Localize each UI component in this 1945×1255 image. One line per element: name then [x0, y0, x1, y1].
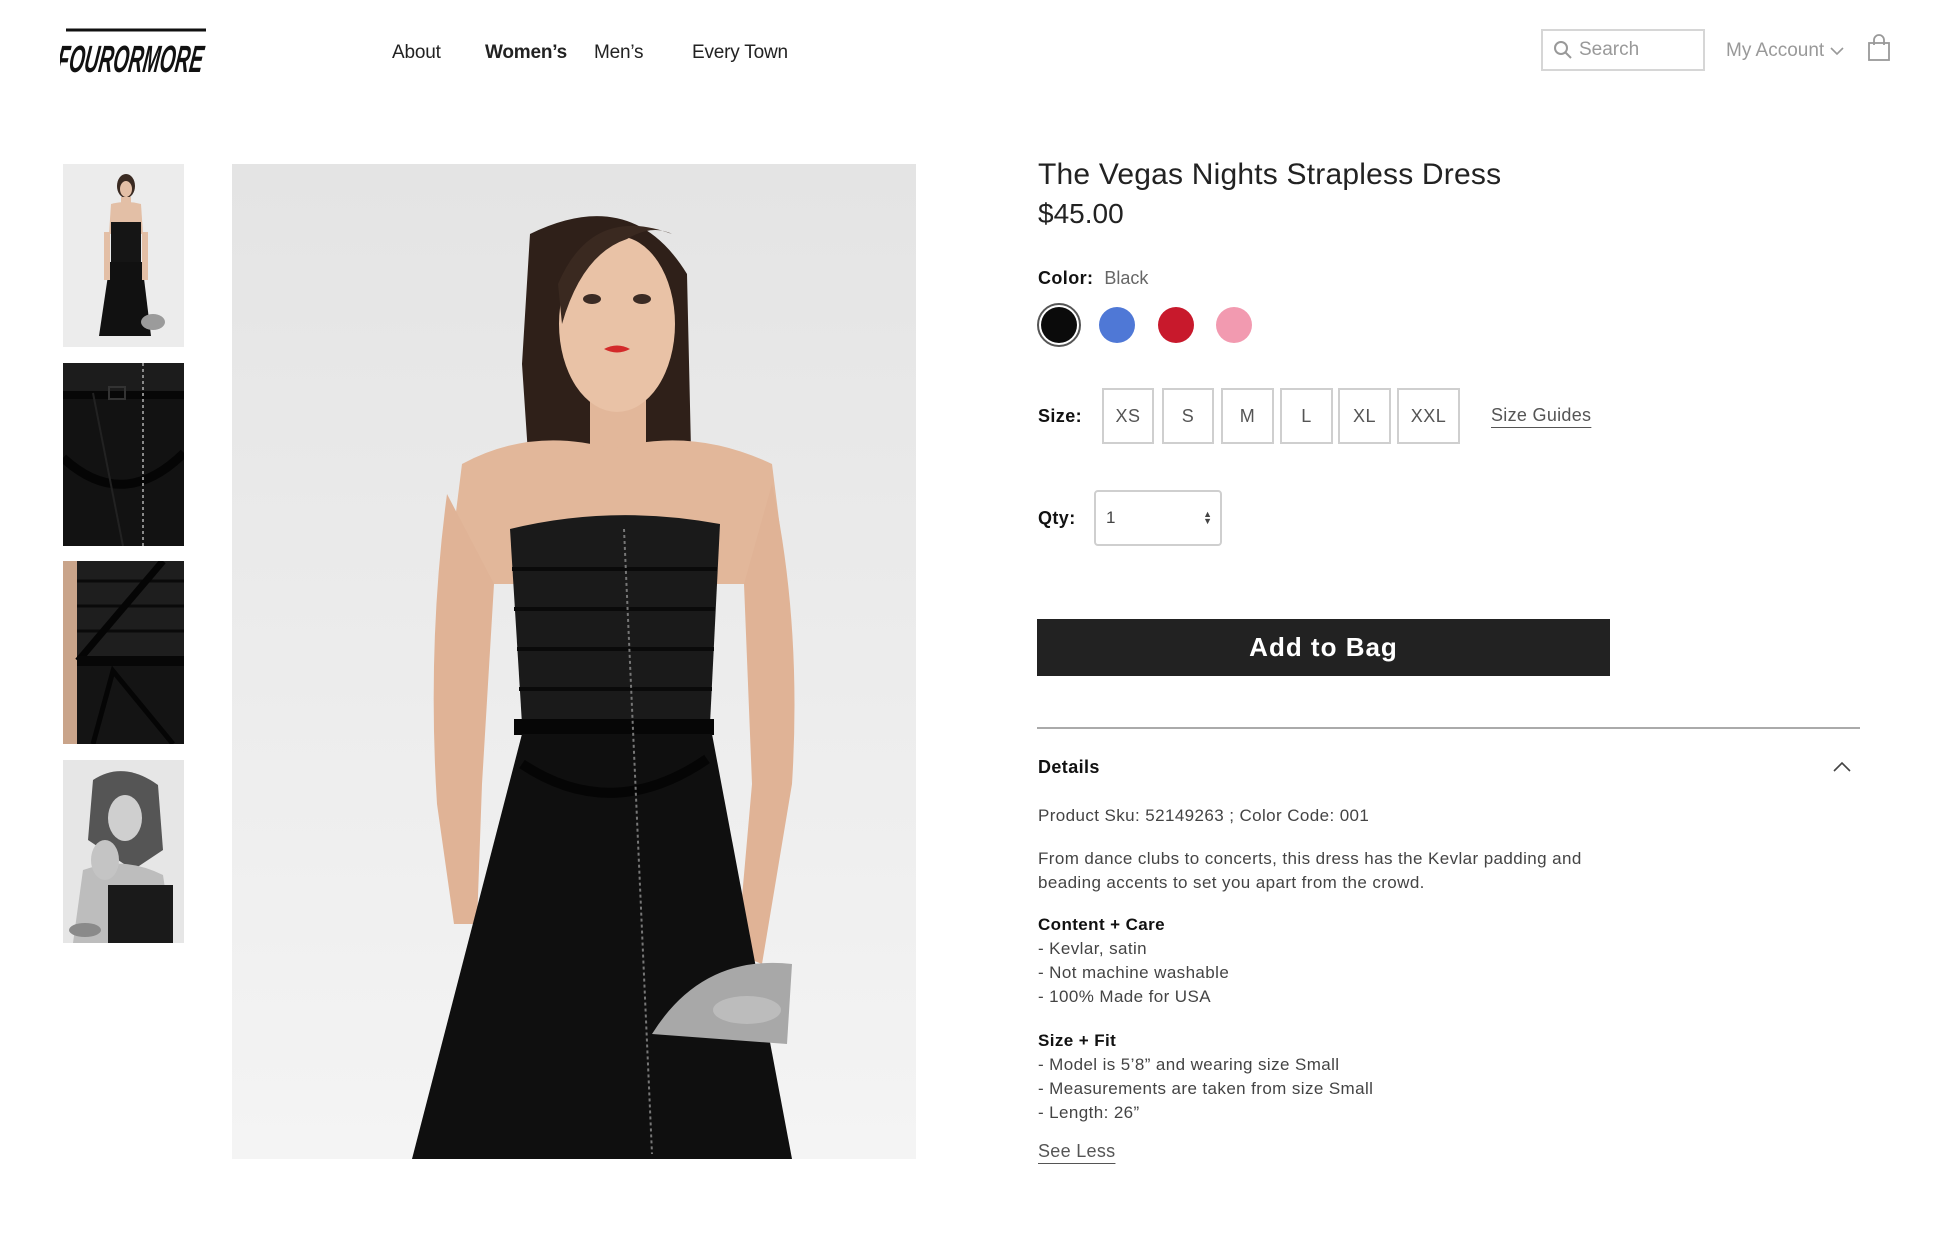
chevron-up-icon[interactable]: [1832, 760, 1852, 778]
size-option-xxl[interactable]: XXL: [1397, 388, 1460, 444]
selected-color-value: Black: [1104, 268, 1149, 288]
color-swatch-blue[interactable]: [1099, 307, 1135, 343]
nav-mens[interactable]: Men’s: [594, 42, 644, 64]
quantity-label: Qty:: [1038, 508, 1076, 528]
quantity-value: 1: [1106, 508, 1116, 527]
size-fit-heading: Size + Fit: [1038, 1031, 1117, 1050]
color-label: Color:: [1038, 268, 1094, 288]
shopping-bag-icon[interactable]: [1867, 34, 1891, 67]
nav-womens[interactable]: Women’s: [485, 42, 567, 64]
color-swatch-black[interactable]: [1041, 307, 1077, 343]
content-care-section: Content + Care - Kevlar, satin - Not mac…: [1038, 913, 1598, 1009]
details-divider: [1037, 727, 1860, 729]
add-to-bag-button[interactable]: Add to Bag: [1037, 619, 1610, 676]
size-label: Size:: [1038, 406, 1083, 426]
product-description: From dance clubs to concerts, this dress…: [1038, 849, 1582, 892]
size-option-xs[interactable]: XS: [1102, 388, 1154, 444]
my-account-label: My Account: [1726, 40, 1825, 61]
size-guides-link[interactable]: Size Guides: [1491, 405, 1591, 426]
content-care-item: - Kevlar, satin: [1038, 939, 1147, 958]
search-icon: [1554, 41, 1572, 59]
search-input[interactable]: [1577, 38, 1701, 62]
size-fit-section: Size + Fit - Model is 5’8” and wearing s…: [1038, 1029, 1598, 1125]
size-fit-item: - Measurements are taken from size Small: [1038, 1079, 1374, 1098]
color-swatch-pink[interactable]: [1216, 307, 1252, 343]
size-option-xl[interactable]: XL: [1338, 388, 1391, 444]
details-heading: Details: [1038, 757, 1100, 777]
color-selection-label: Color: Black: [1038, 268, 1148, 289]
size-option-s[interactable]: S: [1162, 388, 1214, 444]
nav-about[interactable]: About: [392, 42, 441, 64]
size-option-m[interactable]: M: [1221, 388, 1274, 444]
quantity-select[interactable]: 1 ▲ ▼: [1094, 490, 1222, 546]
product-sku: Product Sku: 52149263 ; Color Code: 001: [1038, 806, 1370, 825]
content-care-heading: Content + Care: [1038, 915, 1165, 934]
nav-every-town[interactable]: Every Town: [692, 42, 788, 64]
content-care-item: - 100% Made for USA: [1038, 987, 1211, 1006]
product-title: The Vegas Nights Strapless Dress: [1038, 158, 1502, 191]
brand-logo[interactable]: FOURORMORE: [54, 26, 210, 82]
thumbnail-full-length[interactable]: [63, 164, 184, 347]
product-price: $45.00: [1038, 198, 1124, 229]
thumbnail-strap-detail[interactable]: [63, 561, 184, 744]
content-care-item: - Not machine washable: [1038, 963, 1230, 982]
see-less-link[interactable]: See Less: [1038, 1141, 1115, 1162]
size-fit-item: - Length: 26”: [1038, 1103, 1140, 1122]
thumbnail-black-and-white-portrait[interactable]: [63, 760, 184, 943]
stepper-arrows-icon: ▲ ▼: [1203, 509, 1212, 526]
search-box[interactable]: [1541, 29, 1705, 71]
size-fit-item: - Model is 5’8” and wearing size Small: [1038, 1055, 1340, 1074]
thumbnail-bodice-detail[interactable]: [63, 363, 184, 546]
chevron-down-icon: [1830, 47, 1844, 56]
color-swatch-red[interactable]: [1158, 307, 1194, 343]
my-account-menu[interactable]: My Account: [1726, 40, 1844, 62]
main-product-image: [232, 164, 916, 1159]
logo-wordmark: FOURORMORE: [60, 38, 207, 81]
size-option-l[interactable]: L: [1280, 388, 1333, 444]
